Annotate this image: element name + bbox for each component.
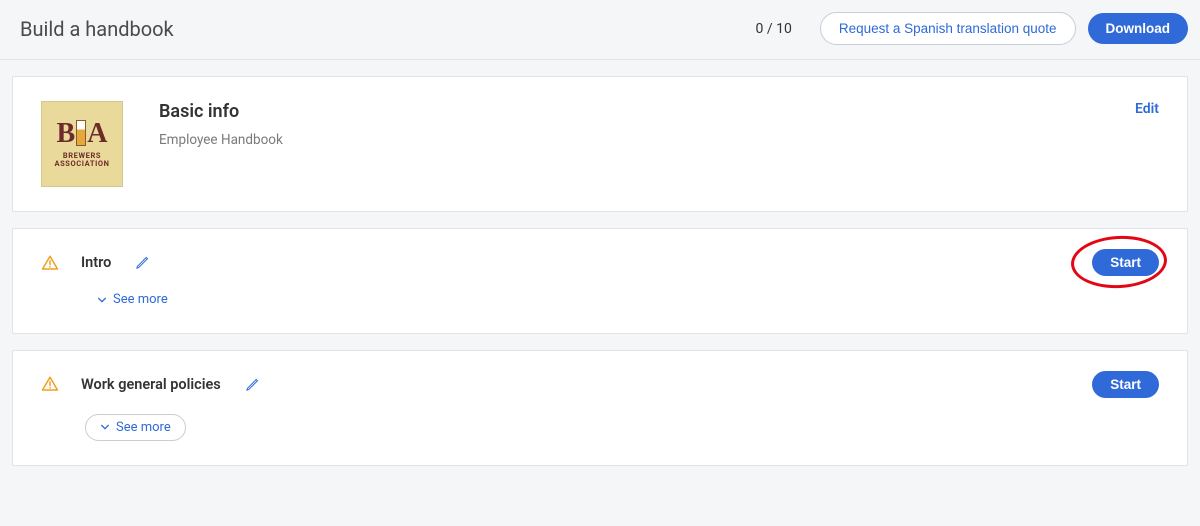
section-title: Work general policies [81,376,221,393]
chevron-down-icon [100,422,110,432]
section-card: Intro Start See more [12,228,1188,334]
page-title: Build a handbook [20,17,756,41]
section-card: Work general policies Start See more [12,350,1188,466]
see-more-toggle[interactable]: See more [97,292,168,307]
chevron-down-icon [97,295,107,305]
header-bar: Build a handbook 0 / 10 Request a Spanis… [0,0,1200,60]
warning-icon [41,254,59,272]
pencil-icon[interactable] [245,377,260,392]
see-more-toggle[interactable]: See more [85,414,186,441]
request-translation-button[interactable]: Request a Spanish translation quote [820,12,1076,45]
section-row: Intro Start [41,249,1159,276]
logo-letter-b: B [57,120,76,148]
company-logo: B A BREWERS ASSOCIATION [41,101,123,187]
start-button[interactable]: Start [1092,249,1159,276]
logo-letter-a: A [87,120,107,148]
download-button[interactable]: Download [1088,13,1189,44]
basic-info-card: B A BREWERS ASSOCIATION Basic info Emplo… [12,76,1188,212]
basic-info-subtitle: Employee Handbook [159,132,283,148]
basic-info-title: Basic info [159,101,283,122]
see-more-label: See more [116,420,171,435]
start-button[interactable]: Start [1092,371,1159,398]
logo-sub-line2: ASSOCIATION [54,160,109,168]
section-row: Work general policies Start [41,371,1159,398]
basic-info-text: Basic info Employee Handbook [159,101,283,148]
section-title: Intro [81,254,111,271]
beer-glass-icon [76,120,86,146]
warning-icon [41,375,59,393]
pencil-icon[interactable] [135,255,150,270]
see-more-label: See more [113,292,168,307]
start-button-wrap: Start [1092,371,1159,398]
progress-counter: 0 / 10 [756,21,792,37]
edit-button[interactable]: Edit [1135,101,1159,117]
start-button-wrap: Start [1092,249,1159,276]
